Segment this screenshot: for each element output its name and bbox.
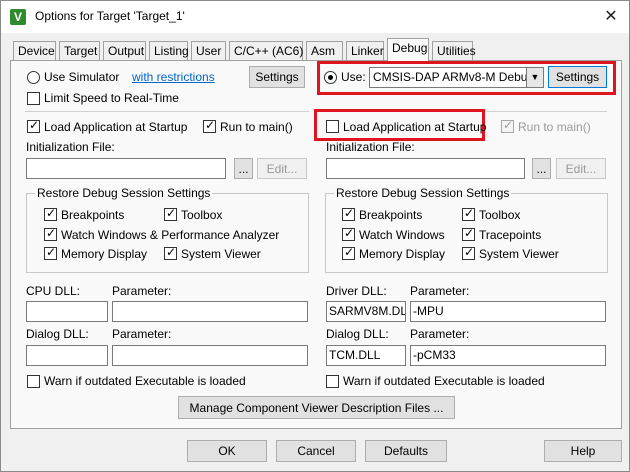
right-dialog-param-label: Parameter: (410, 327, 470, 341)
left-load-app-label: Load Application at Startup (44, 120, 188, 134)
right-run-to-main-checkbox[interactable] (501, 118, 514, 133)
right-tracepoints-label: Tracepoints (479, 228, 542, 242)
defaults-button[interactable]: Defaults (365, 440, 447, 462)
right-load-app-label: Load Application at Startup (343, 120, 487, 134)
right-watch-checkbox[interactable] (342, 226, 355, 241)
left-load-app-checkbox[interactable] (27, 118, 40, 133)
driver-dll-input[interactable]: SARMV8M.DLL (326, 301, 406, 322)
left-breakpoints-label: Breakpoints (61, 208, 125, 222)
right-memory-label: Memory Display (359, 247, 446, 261)
right-breakpoints-checkbox[interactable] (342, 206, 355, 221)
right-system-viewer-checkbox[interactable] (462, 245, 475, 260)
left-init-edit-button[interactable]: Edit... (257, 158, 307, 179)
left-watch-label: Watch Windows & Performance Analyzer (61, 228, 280, 242)
tab-utilities[interactable]: Utilities (432, 41, 476, 60)
debug-driver-value: CMSIS-DAP ARMv8-M Debugg (373, 70, 541, 84)
right-breakpoints-label: Breakpoints (359, 208, 423, 222)
right-warn-checkbox[interactable] (326, 375, 339, 388)
chevron-down-icon[interactable]: ▼ (526, 68, 543, 87)
left-init-file-label: Initialization File: (26, 140, 115, 154)
right-restore-title: Restore Debug Session Settings (334, 186, 512, 200)
with-restrictions-link[interactable]: with restrictions (132, 70, 215, 84)
left-divider (25, 111, 309, 112)
help-button[interactable]: Help (544, 440, 622, 462)
right-dialog-param-input[interactable]: -pCM33 (410, 345, 606, 366)
driver-param-label: Parameter: (410, 284, 470, 298)
tab-asm[interactable]: Asm (306, 41, 343, 60)
right-toolbox-checkbox[interactable] (462, 206, 475, 221)
left-warn-label: Warn if outdated Executable is loaded (44, 374, 246, 388)
right-init-edit-button[interactable]: Edit... (556, 158, 606, 179)
right-toolbox-label: Toolbox (479, 208, 521, 222)
right-dialog-dll-label: Dialog DLL: (326, 327, 389, 341)
right-init-file-input[interactable] (326, 158, 525, 179)
left-system-viewer-label: System Viewer (181, 247, 261, 261)
tab-linker[interactable]: Linker (346, 41, 384, 60)
left-memory-label: Memory Display (61, 247, 148, 261)
driver-settings-button[interactable]: Settings (548, 66, 607, 88)
driver-dll-label: Driver DLL: (326, 284, 387, 298)
options-dialog: V Options for Target 'Target_1' ✕ Device… (0, 0, 630, 472)
simulator-settings-button[interactable]: Settings (249, 66, 305, 88)
tab-output[interactable]: Output (103, 41, 146, 60)
left-dialog-param-label: Parameter: (112, 327, 172, 341)
right-init-browse-button[interactable]: ... (532, 158, 551, 179)
close-icon[interactable]: ✕ (599, 5, 623, 29)
window-title: Options for Target 'Target_1' (35, 9, 185, 23)
right-init-file-label: Initialization File: (326, 140, 415, 154)
right-system-viewer-label: System Viewer (479, 247, 559, 261)
left-toolbox-label: Toolbox (181, 208, 223, 222)
limit-speed-checkbox[interactable] (27, 92, 40, 105)
cancel-button[interactable]: Cancel (276, 440, 356, 462)
left-dialog-param-input[interactable] (112, 345, 308, 366)
manage-component-viewer-button[interactable]: Manage Component Viewer Description File… (178, 396, 455, 419)
cpu-dll-label: CPU DLL: (26, 284, 81, 298)
tab-target[interactable]: Target (59, 41, 100, 60)
right-load-app-checkbox[interactable] (326, 120, 339, 133)
right-tracepoints-checkbox[interactable] (462, 226, 475, 241)
cpu-param-input[interactable] (112, 301, 308, 322)
left-warn-checkbox[interactable] (27, 375, 40, 388)
right-watch-label: Watch Windows (359, 228, 445, 242)
use-driver-radio[interactable] (324, 71, 337, 84)
left-dialog-dll-input[interactable] (26, 345, 108, 366)
tab-device[interactable]: Device (13, 41, 56, 60)
use-simulator-radio[interactable] (27, 71, 40, 84)
debug-driver-select[interactable]: CMSIS-DAP ARMv8-M Debugg ▼ (369, 67, 544, 88)
left-dialog-dll-label: Dialog DLL: (26, 327, 89, 341)
left-memory-checkbox[interactable] (44, 245, 57, 260)
tab-listing[interactable]: Listing (149, 41, 189, 60)
right-warn-label: Warn if outdated Executable is loaded (343, 374, 545, 388)
right-run-to-main-label: Run to main() (518, 120, 591, 134)
use-simulator-label: Use Simulator (44, 70, 120, 84)
right-dialog-dll-input[interactable]: TCM.DLL (326, 345, 406, 366)
left-init-browse-button[interactable]: ... (234, 158, 253, 179)
left-breakpoints-checkbox[interactable] (44, 206, 57, 221)
ok-button[interactable]: OK (187, 440, 267, 462)
left-system-viewer-checkbox[interactable] (164, 245, 177, 260)
left-init-file-input[interactable] (26, 158, 226, 179)
keil-app-icon: V (10, 9, 26, 25)
tab-user[interactable]: User (191, 41, 226, 60)
cpu-dll-input[interactable] (26, 301, 108, 322)
cpu-param-label: Parameter: (112, 284, 172, 298)
tab-cpp-ac6[interactable]: C/C++ (AC6) (229, 41, 303, 60)
left-toolbox-checkbox[interactable] (164, 206, 177, 221)
use-driver-label: Use: (341, 70, 366, 84)
left-run-to-main-label: Run to main() (220, 120, 293, 134)
left-restore-title: Restore Debug Session Settings (35, 186, 213, 200)
right-memory-checkbox[interactable] (342, 245, 355, 260)
limit-speed-label: Limit Speed to Real-Time (44, 91, 179, 105)
tab-debug[interactable]: Debug (387, 38, 429, 61)
driver-param-input[interactable]: -MPU (410, 301, 606, 322)
left-run-to-main-checkbox[interactable] (203, 118, 216, 133)
left-watch-checkbox[interactable] (44, 226, 57, 241)
